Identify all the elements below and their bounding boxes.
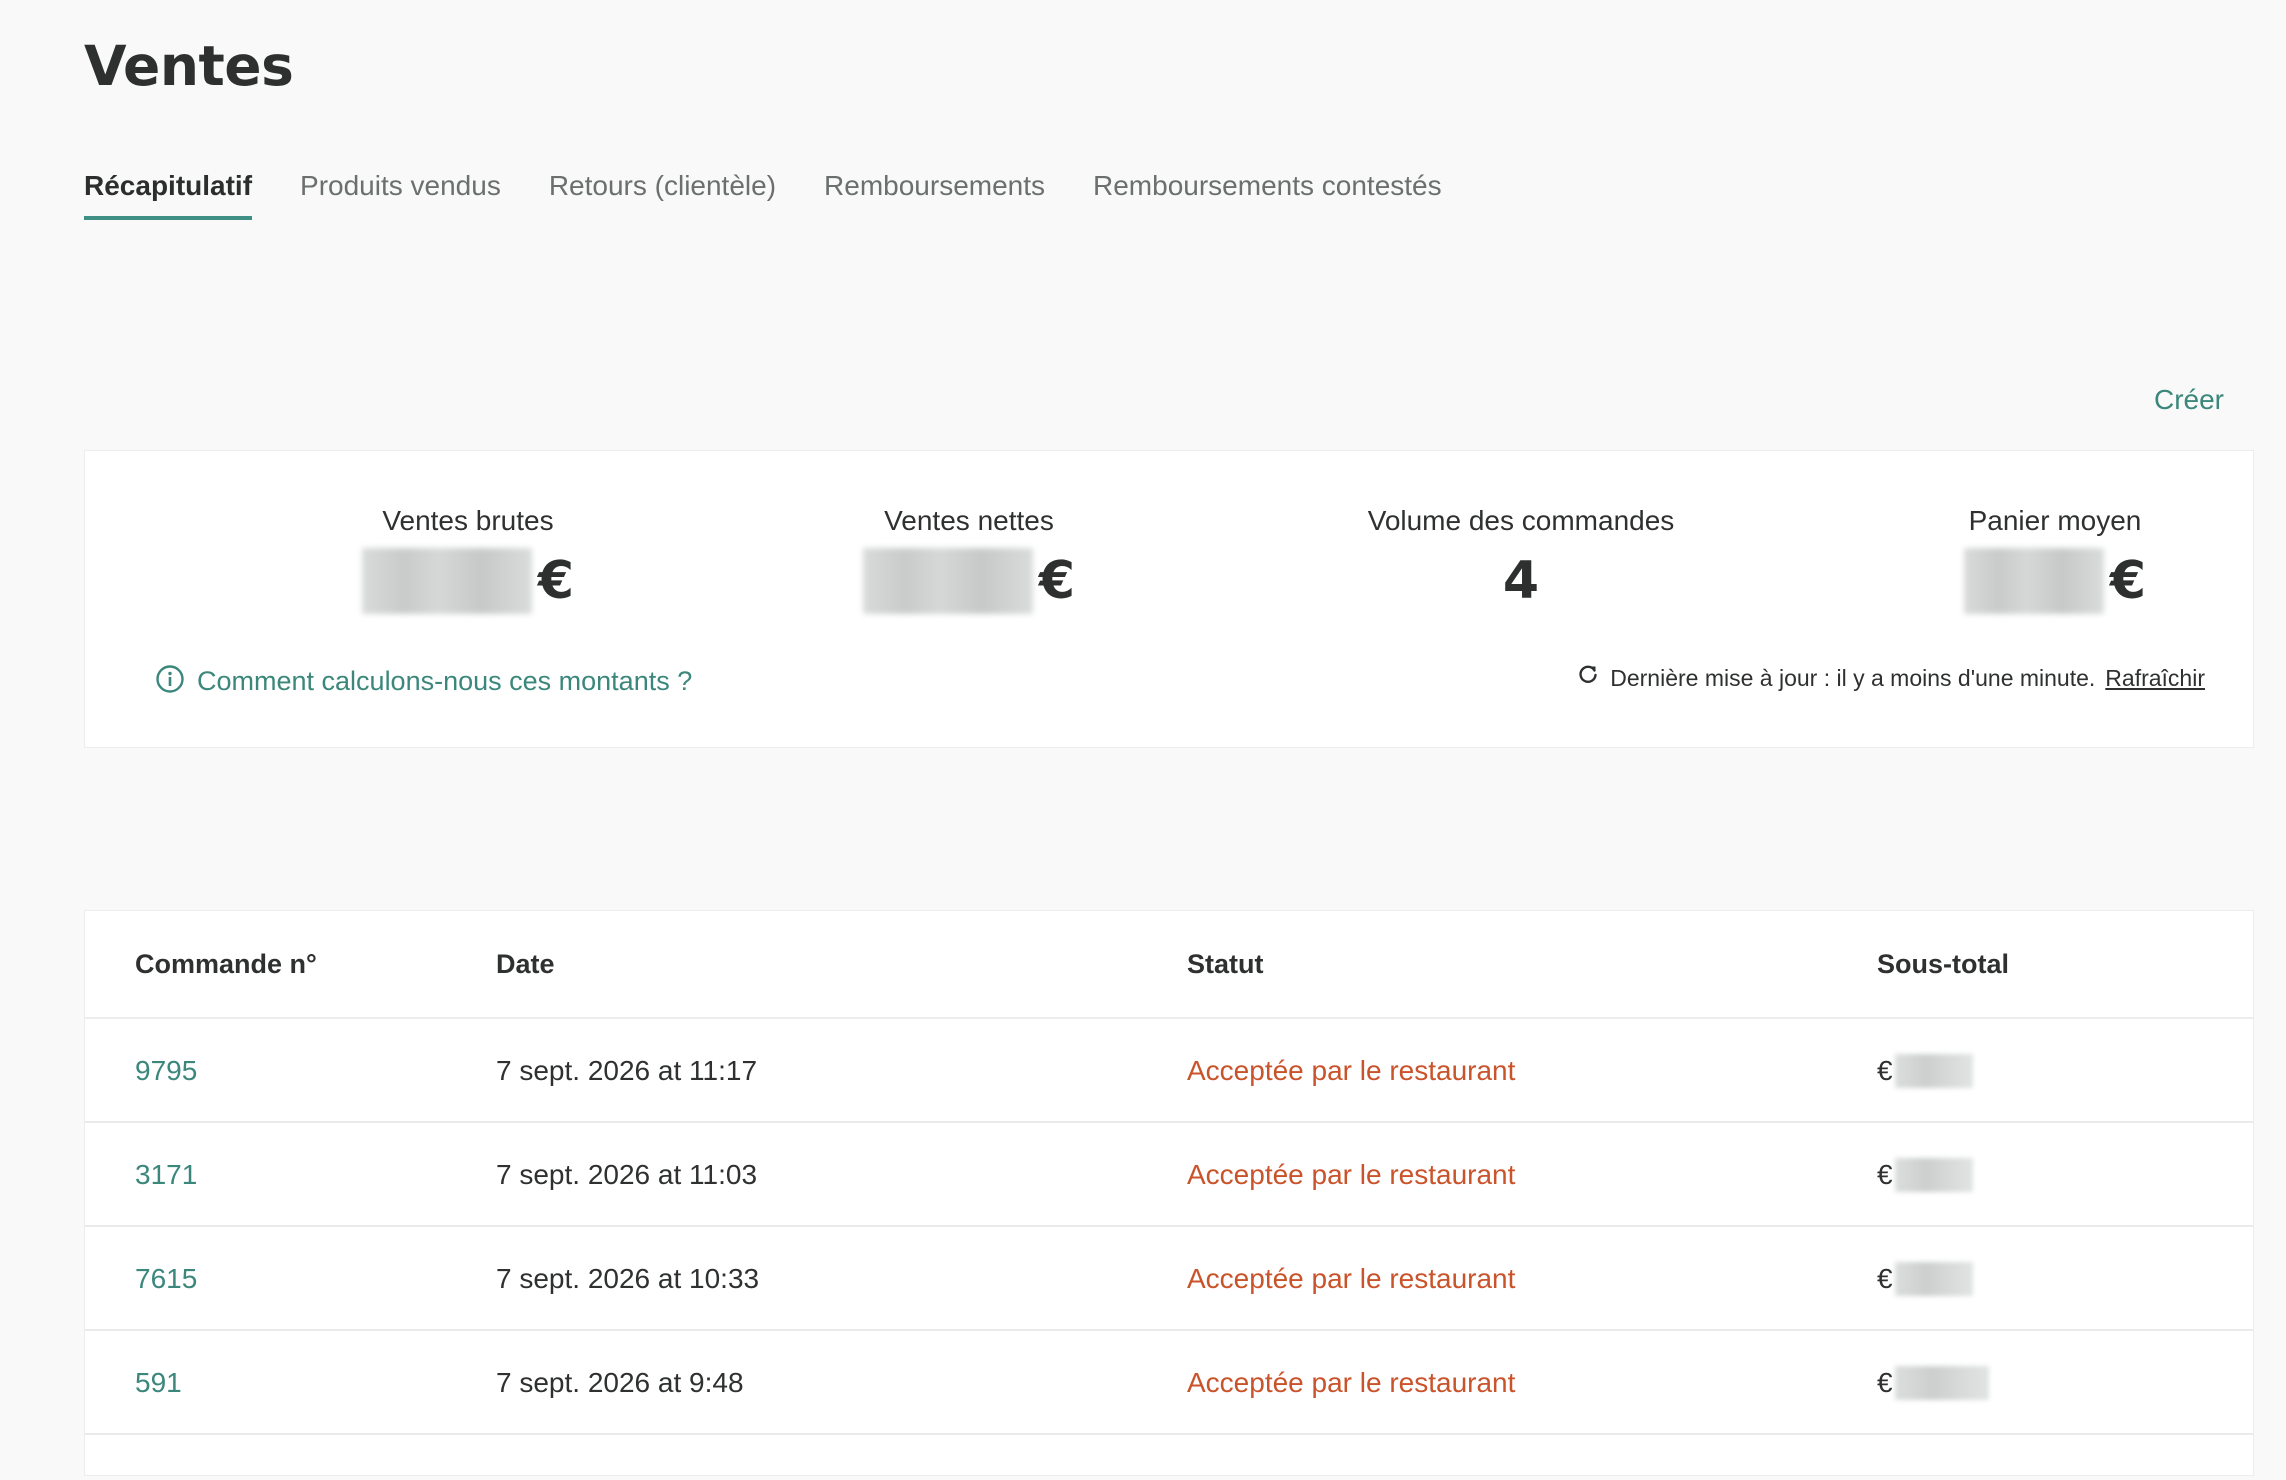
- table-row[interactable]: 9795 7 sept. 2026 at 11:17 Acceptée par …: [85, 1019, 2253, 1123]
- refresh-link[interactable]: Rafraîchir: [2105, 661, 2205, 695]
- table-row[interactable]: 591 7 sept. 2026 at 9:48 Acceptée par le…: [85, 1331, 2253, 1435]
- metric-value: €: [759, 545, 1179, 617]
- order-status: Acceptée par le restaurant: [1187, 1055, 1516, 1086]
- redacted-amount: [1894, 1262, 1973, 1296]
- order-number-link[interactable]: 9795: [135, 1019, 197, 1123]
- create-link[interactable]: Créer: [2154, 380, 2224, 420]
- tab-bar: Récapitulatif Produits vendus Retours (c…: [84, 166, 1490, 220]
- order-status: Acceptée par le restaurant: [1187, 1367, 1516, 1398]
- metric-label: Volume des commandes: [1367, 505, 1675, 536]
- order-subtotal: €: [1877, 1123, 1973, 1227]
- last-update-status: Dernière mise à jour : il y a moins d'un…: [1576, 661, 2205, 695]
- table-row[interactable]: 7615 7 sept. 2026 at 10:33 Acceptée par …: [85, 1227, 2253, 1331]
- order-count: 4: [1502, 551, 1540, 611]
- metric-value: 4: [1311, 545, 1731, 617]
- refresh-icon: [1576, 661, 1600, 695]
- tab-produits-vendus[interactable]: Produits vendus: [300, 166, 501, 220]
- metric-value: €: [258, 545, 678, 617]
- order-date: 7 sept. 2026 at 11:17: [496, 1055, 758, 1086]
- currency-symbol: €: [1877, 1055, 1893, 1086]
- info-link-text: Comment calculons-nous ces montants ?: [197, 666, 693, 696]
- metric-value: €: [1845, 545, 2265, 617]
- last-update-text: Dernière mise à jour : il y a moins d'un…: [1610, 665, 2096, 691]
- order-status: Acceptée par le restaurant: [1187, 1263, 1516, 1294]
- redacted-amount: [1894, 1366, 1989, 1400]
- column-header-order[interactable]: Commande n°: [135, 911, 317, 1017]
- order-date: 7 sept. 2026 at 9:48: [496, 1367, 744, 1398]
- currency-symbol: €: [2109, 551, 2147, 611]
- metric-average-basket: Panier moyen €: [1845, 503, 2265, 617]
- metric-label: Ventes nettes: [884, 505, 1054, 536]
- order-number-link[interactable]: 7615: [135, 1227, 197, 1331]
- redacted-amount: [1963, 548, 2104, 614]
- column-header-status[interactable]: Statut: [1187, 911, 1264, 1017]
- summary-card: Ventes brutes € Ventes nettes € Volume d…: [84, 450, 2254, 748]
- tab-remboursements[interactable]: Remboursements: [824, 166, 1045, 220]
- currency-symbol: €: [1877, 1159, 1893, 1190]
- column-header-subtotal[interactable]: Sous-total: [1877, 911, 2009, 1017]
- table-header: Commande n° Date Statut Sous-total: [85, 911, 2253, 1019]
- order-status: Acceptée par le restaurant: [1187, 1159, 1516, 1190]
- redacted-amount: [1894, 1054, 1973, 1088]
- column-header-date[interactable]: Date: [496, 911, 555, 1017]
- redacted-amount: [1894, 1158, 1973, 1192]
- currency-symbol: €: [1877, 1263, 1893, 1294]
- calculation-info-link[interactable]: Comment calculons-nous ces montants ?: [155, 663, 692, 699]
- info-circle-icon: [155, 664, 185, 699]
- currency-symbol: €: [1038, 551, 1076, 611]
- tab-remboursements-contestes[interactable]: Remboursements contestés: [1093, 166, 1442, 220]
- tab-recapitulatif[interactable]: Récapitulatif: [84, 166, 253, 220]
- order-number-link[interactable]: 3171: [135, 1123, 197, 1227]
- metric-net-sales: Ventes nettes €: [759, 503, 1179, 617]
- metric-label: Ventes brutes: [382, 505, 554, 536]
- table-row[interactable]: 3171 7 sept. 2026 at 11:03 Acceptée par …: [85, 1123, 2253, 1227]
- table-row-partial: [85, 1435, 2253, 1475]
- redacted-amount: [361, 548, 532, 614]
- order-subtotal: €: [1877, 1331, 1989, 1435]
- currency-symbol: €: [1877, 1367, 1893, 1398]
- metric-label: Panier moyen: [1968, 505, 2142, 536]
- order-subtotal: €: [1877, 1227, 1973, 1331]
- order-date: 7 sept. 2026 at 11:03: [496, 1159, 758, 1190]
- redacted-amount: [862, 548, 1033, 614]
- order-date: 7 sept. 2026 at 10:33: [496, 1263, 760, 1294]
- metric-gross-sales: Ventes brutes €: [258, 503, 678, 617]
- order-number-link[interactable]: 591: [135, 1331, 182, 1435]
- page-title: Ventes: [84, 34, 294, 98]
- orders-table: Commande n° Date Statut Sous-total 9795 …: [84, 910, 2254, 1476]
- order-subtotal: €: [1877, 1019, 1973, 1123]
- metric-order-volume: Volume des commandes 4: [1311, 503, 1731, 617]
- currency-symbol: €: [537, 551, 575, 611]
- tab-retours-clientele[interactable]: Retours (clientèle): [549, 166, 776, 220]
